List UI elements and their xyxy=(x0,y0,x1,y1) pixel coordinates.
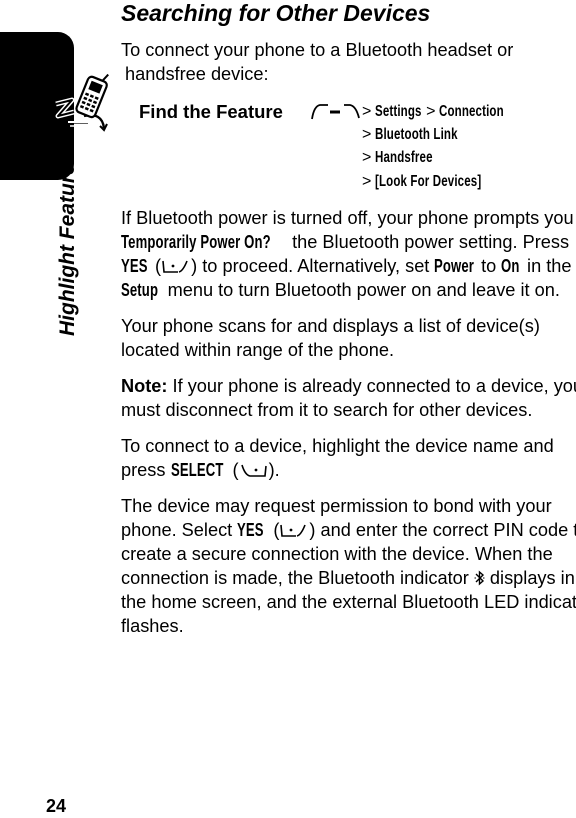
menu-item-bluetooth-link: Bluetooth Link xyxy=(375,126,458,143)
para3-line-2: press SELECT (). xyxy=(121,460,280,480)
para2-line-2: located within range of the phone. xyxy=(121,340,395,360)
menu-item-look-for-devices: [Look For Devices] xyxy=(375,173,482,190)
prompt-text: Temporarily Power On? xyxy=(121,232,271,252)
phone-zoom-icon xyxy=(55,73,109,132)
para4-line-1: The device may request permission to bon… xyxy=(121,496,552,516)
note-line-2: must disconnect from it to search for ot… xyxy=(121,400,533,420)
power-setting: Power xyxy=(434,256,475,276)
section-label: Highlight Features xyxy=(56,151,79,336)
path-separator: > xyxy=(362,126,372,143)
para1-line-4: Setup menu to turn Bluetooth power on an… xyxy=(121,280,560,300)
yes-softkey-label: YES xyxy=(121,256,148,276)
right-softkey-icon xyxy=(280,524,307,537)
bluetooth-icon xyxy=(474,570,485,586)
note-label: Note: xyxy=(121,376,168,396)
page-title: Searching for Other Devices xyxy=(121,0,431,26)
left-softkey-icon xyxy=(240,464,267,477)
yes-softkey-label: YES xyxy=(237,520,264,540)
on-value: On xyxy=(501,256,520,276)
para1-line-2: Temporarily Power On? the Bluetooth powe… xyxy=(121,232,570,252)
para4-line-5: the home screen, and the external Blueto… xyxy=(121,592,576,612)
menu-key-icon xyxy=(311,104,360,120)
para1-line-1: If Bluetooth power is turned off, your p… xyxy=(121,208,576,228)
menu-item-handsfree: Handsfree xyxy=(375,149,433,166)
para3-line-1: To connect to a device, highlight the de… xyxy=(121,436,554,456)
path-separator: > xyxy=(426,103,436,120)
intro-line-2: handsfree device: xyxy=(125,64,269,84)
note-line-1: Note: If your phone is already connected… xyxy=(121,376,576,396)
menu-item-settings: Settings xyxy=(375,103,422,120)
right-softkey-icon xyxy=(162,260,188,273)
find-the-feature-label: Find the Feature xyxy=(139,101,283,122)
para1-line-3: YES () to proceed. Alternatively, set Po… xyxy=(121,256,572,276)
menu-path-line-2: > Bluetooth Link xyxy=(362,123,490,146)
path-separator: > xyxy=(362,173,372,190)
path-separator: > xyxy=(362,149,372,166)
para2-line-1: Your phone scans for and displays a list… xyxy=(121,316,540,336)
para4-line-2: phone. Select YES () and enter the corre… xyxy=(121,520,576,540)
para4-line-4: connection is made, the Bluetooth indica… xyxy=(121,568,575,588)
menu-item-connection: Connection xyxy=(439,103,505,120)
page-number: 24 xyxy=(46,796,67,816)
intro-line-1: To connect your phone to a Bluetooth hea… xyxy=(121,40,514,60)
para4-line-6: flashes. xyxy=(121,616,184,636)
select-softkey-label: SELECT xyxy=(170,460,224,480)
menu-path-line-1: > Settings > Connection xyxy=(362,100,529,123)
menu-path-line-3: > Handsfree xyxy=(362,146,455,169)
setup-menu: Setup xyxy=(121,280,159,300)
para4-line-3: create a secure connection with the devi… xyxy=(121,544,553,564)
menu-path-line-4: > [Look For Devices] xyxy=(362,170,523,193)
path-separator: > xyxy=(362,103,372,120)
